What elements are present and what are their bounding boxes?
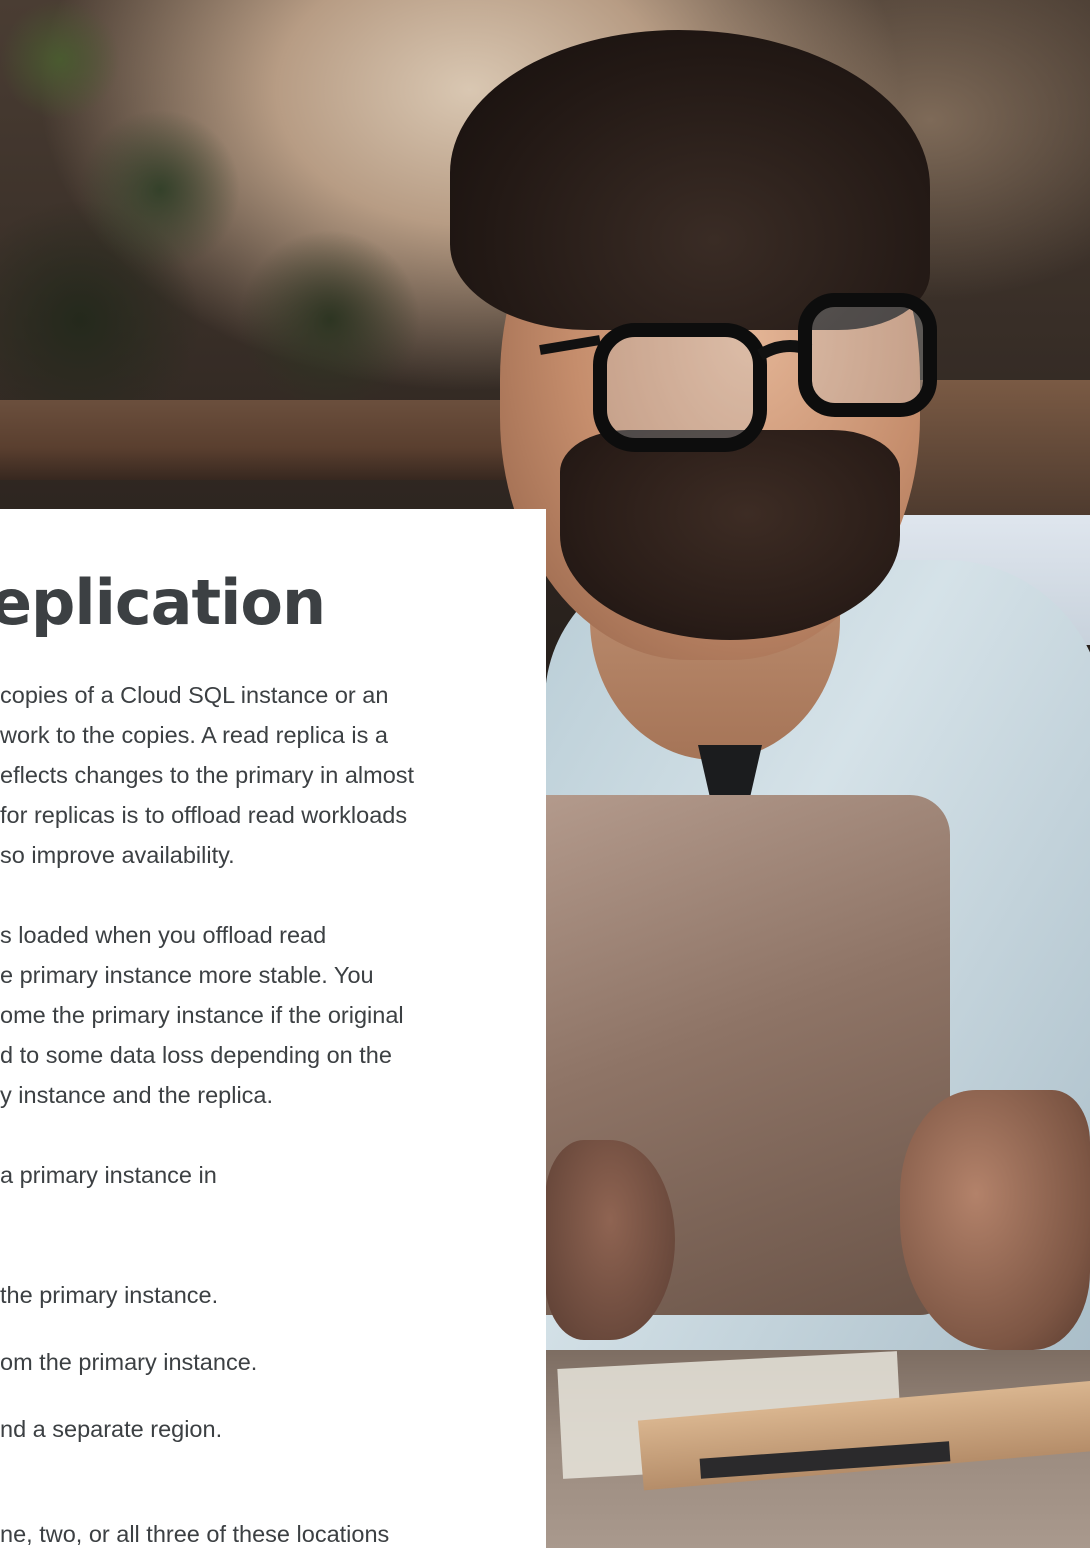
content-panel: eplication copies of a Cloud SQL instanc…	[0, 509, 546, 1548]
paragraph-2-line-2: e primary instance more stable. You	[0, 962, 374, 988]
person-left-hand	[545, 1140, 675, 1340]
paragraph-2-line-1: s loaded when you offload read	[0, 922, 327, 948]
paragraph-2-line-3: ome the primary instance if the original	[0, 1002, 404, 1028]
page: eplication copies of a Cloud SQL instanc…	[0, 0, 1090, 1548]
paragraph-2-line-5: y instance and the replica.	[0, 1082, 274, 1108]
person-right-hand	[900, 1090, 1090, 1350]
person-beard	[560, 430, 900, 640]
plant-wall	[0, 0, 420, 430]
paragraph-1-line-4: for replicas is to offload read workload…	[0, 802, 408, 828]
paragraph-3-line-1: a primary instance in	[0, 1162, 217, 1188]
list-item-2: om the primary instance.	[0, 1349, 258, 1375]
paragraph-1-line-3: eflects changes to the primary in almost	[0, 762, 415, 788]
paragraph-2-line-4: d to some data loss depending on the	[0, 1042, 392, 1068]
paragraph-1-line-5: so improve availability.	[0, 842, 235, 868]
list-item-1: the primary instance.	[0, 1282, 219, 1308]
eyeglasses-icon	[539, 293, 937, 452]
paragraph-1-line-1: copies of a Cloud SQL instance or an	[0, 682, 389, 708]
section-title: eplication	[0, 566, 326, 639]
paragraph-4-line-1: ne, two, or all three of these locations	[0, 1521, 390, 1547]
plant-shelf	[0, 400, 560, 480]
list-item-3: nd a separate region.	[0, 1416, 223, 1442]
paragraph-1-line-2: work to the copies. A read replica is a	[0, 722, 388, 748]
